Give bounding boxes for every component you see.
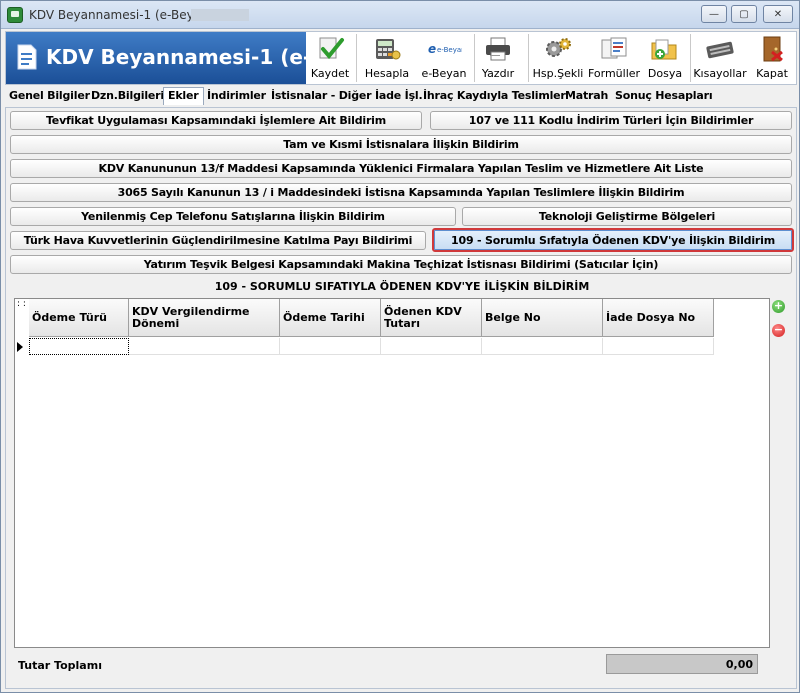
grid-cell[interactable] (29, 338, 129, 355)
calculate-button[interactable]: Hesapla (362, 32, 412, 84)
tab-matrah[interactable]: Matrah (565, 89, 608, 102)
add-row-icon[interactable]: + (772, 300, 785, 313)
tab-genel-bilgiler[interactable]: Genel Bilgiler (9, 89, 90, 102)
tab-sonuc-hesaplari[interactable]: Sonuç Hesapları (615, 89, 713, 102)
tab-indirimler[interactable]: İndirimler (207, 89, 266, 102)
calculation-method-label: Hsp.Şekli (532, 67, 584, 80)
formulas-button[interactable]: Formüller (586, 32, 642, 84)
toolbar-separator (356, 34, 357, 82)
forms-icon (601, 37, 627, 59)
e-beyan-icon-text: e-Beyan (437, 46, 462, 54)
close-app-button[interactable]: Kapat (748, 32, 796, 84)
e-beyan-label: e-Beyan (421, 67, 467, 80)
save-check-icon (319, 37, 344, 60)
title-bar[interactable]: KDV Beyannamesi-1 (e-Beyan) — ▢ ✕ (1, 1, 799, 29)
grid-cell[interactable] (482, 338, 603, 355)
e-beyan-icon: e e-Beyan (428, 42, 462, 56)
grid-cell[interactable] (603, 338, 714, 355)
print-button[interactable]: Yazdır (476, 32, 520, 84)
brand-banner: KDV Beyannamesi-1 (e-Beyan) (6, 32, 306, 84)
teknoloji-button[interactable]: Teknoloji Geliştirme Bölgeleri (462, 207, 792, 226)
kdv-13f-button[interactable]: KDV Kanununun 13/f Maddesi Kapsamında Yü… (10, 159, 792, 178)
redacted-title-area (191, 9, 249, 21)
tab-istisnalar[interactable]: İstisnalar - Diğer İade İşl. (271, 89, 423, 102)
file-label: Dosya (647, 67, 683, 80)
toolbar-separator (528, 34, 529, 82)
formulas-label: Formüller (587, 67, 641, 80)
calculator-icon (376, 39, 401, 60)
printer-icon (486, 37, 510, 61)
window-title: KDV Beyannamesi-1 (e-Beyan) (29, 8, 214, 22)
toolbar-separator (690, 34, 691, 82)
folder-icon (651, 39, 677, 60)
tab-strip: Genel Bilgiler Dzn.Bilgileri Ekler İndir… (5, 87, 797, 107)
grid-corner[interactable]: : : (15, 299, 29, 337)
tam-kismi-istisna-button[interactable]: Tam ve Kısmi İstisnalara İlişkin Bildiri… (10, 135, 792, 154)
current-row-indicator (17, 342, 23, 352)
shortcuts-button[interactable]: Kısayollar (692, 32, 748, 84)
yatirim-tesvik-button[interactable]: Yatırım Teşvik Belgesi Kapsamındaki Maki… (10, 255, 792, 274)
total-value: 0,00 (606, 654, 758, 674)
save-label: Kaydet (310, 67, 350, 80)
svg-text:e: e (428, 42, 436, 56)
toolbar-separator (474, 34, 475, 82)
hava-kuvvetleri-button[interactable]: Türk Hava Kuvvetlerinin Güçlendirilmesin… (10, 231, 426, 250)
exit-door-icon (763, 36, 783, 62)
maximize-button[interactable]: ▢ (731, 5, 757, 23)
tab-ekler[interactable]: Ekler (163, 87, 204, 105)
column-header-iade-dosya-no[interactable]: İade Dosya No (603, 299, 714, 337)
ekler-panel: Tevfikat Uygulaması Kapsamındaki İşlemle… (5, 107, 797, 689)
column-header-odeme-tarihi[interactable]: Ödeme Tarihi (280, 299, 381, 337)
remove-row-icon[interactable]: − (772, 324, 785, 337)
grid-cell[interactable] (381, 338, 482, 355)
sorumlu-109-button[interactable]: 109 - Sorumlu Sıfatıyla Ödenen KDV'ye İl… (432, 228, 794, 252)
column-header-vergilendirme-donemi[interactable]: KDV Vergilendirme Dönemi (129, 299, 280, 337)
calculation-method-button[interactable]: Hsp.Şekli (530, 32, 586, 84)
minimize-button[interactable]: — (701, 5, 727, 23)
app-window: KDV Beyannamesi-1 (e-Beyan) — ▢ ✕ KDV Be… (0, 0, 800, 693)
keyboard-icon (706, 41, 734, 59)
tab-dzn-bilgileri[interactable]: Dzn.Bilgileri (91, 89, 164, 102)
close-window-button[interactable]: ✕ (763, 5, 793, 23)
document-icon (17, 44, 37, 70)
e-beyan-button[interactable]: e e-Beyan e-Beyan (416, 32, 472, 84)
section-title: 109 - SORUMLU SIFATIYLA ÖDENEN KDV'YE İL… (214, 280, 590, 293)
kod-107-111-button[interactable]: 107 ve 111 Kodlu İndirim Türleri İçin Bi… (430, 111, 792, 130)
tevfikat-button[interactable]: Tevfikat Uygulaması Kapsamındaki İşlemle… (10, 111, 422, 130)
grid-cell[interactable] (280, 338, 381, 355)
kanun-3065-button[interactable]: 3065 Sayılı Kanunun 13 / i Maddesindeki … (10, 183, 792, 202)
file-button[interactable]: Dosya (642, 32, 688, 84)
shortcuts-label: Kısayollar (693, 67, 747, 80)
gears-icon (546, 38, 571, 57)
brand-title: KDV Beyannamesi-1 (e-Beyan) (46, 45, 306, 69)
print-label: Yazdır (481, 67, 515, 80)
calculate-label: Hesapla (364, 67, 410, 80)
close-app-label: Kapat (756, 67, 788, 80)
column-header-belge-no[interactable]: Belge No (482, 299, 603, 337)
tab-ihrac-kaydiyla[interactable]: İhraç Kaydıyla Teslimler (423, 89, 566, 102)
cep-telefonu-button[interactable]: Yenilenmiş Cep Telefonu Satışlarına İliş… (10, 207, 456, 226)
app-icon (7, 7, 23, 23)
total-label: Tutar Toplamı (18, 659, 102, 672)
save-button[interactable]: Kaydet (306, 32, 354, 84)
column-header-odenen-kdv-tutari[interactable]: Ödenen KDV Tutarı (381, 299, 482, 337)
toolbar-header: KDV Beyannamesi-1 (e-Beyan) Kaydet Hesap… (5, 31, 797, 85)
data-grid[interactable]: : : Ödeme Türü KDV Vergilendirme Dönemi … (14, 298, 770, 648)
column-header-odeme-turu[interactable]: Ödeme Türü (29, 299, 129, 337)
grid-cell[interactable] (129, 338, 280, 355)
